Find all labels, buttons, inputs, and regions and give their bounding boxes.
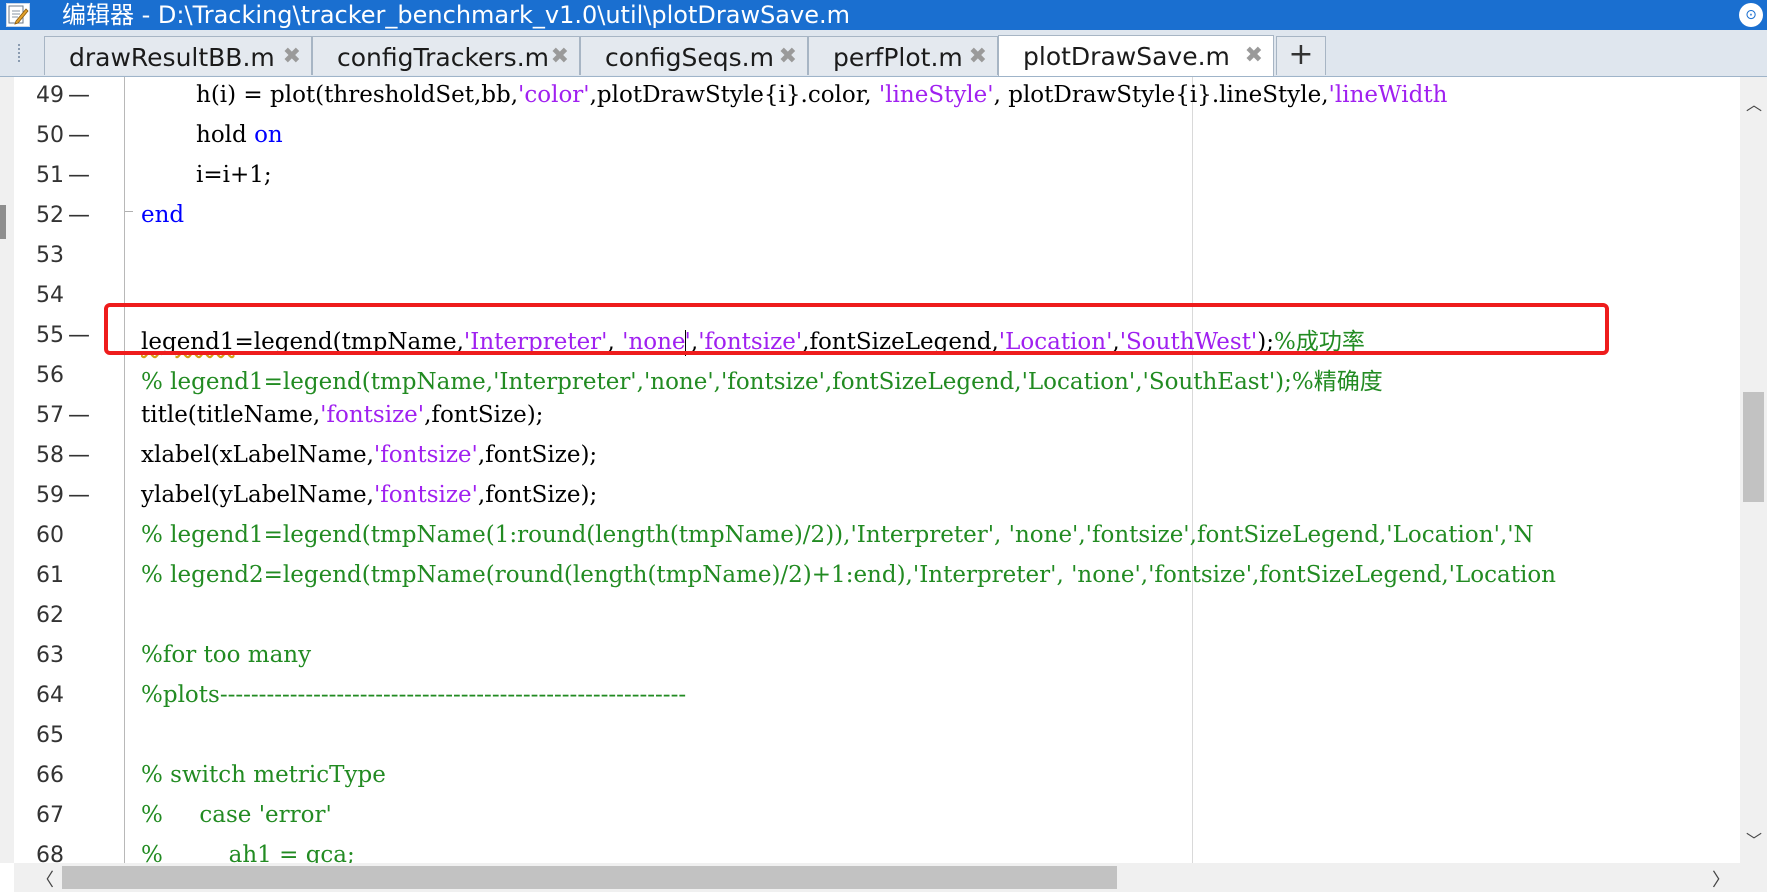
line-number: 55 bbox=[36, 323, 64, 348]
code-text: h(i) = plot(thresholdSet,bb,'color',plot… bbox=[196, 82, 1448, 108]
code-line-63[interactable]: 63 %for too many bbox=[0, 637, 1740, 677]
breakpoint-dash[interactable]: — bbox=[68, 203, 90, 228]
close-icon[interactable]: ✖ bbox=[779, 44, 797, 69]
scrollbar-corner bbox=[1740, 863, 1767, 892]
line-number: 56 bbox=[36, 363, 64, 388]
line-number: 52 bbox=[36, 203, 64, 228]
tab-perfPlot[interactable]: perfPlot.m ✖ bbox=[808, 36, 998, 75]
line-number: 65 bbox=[36, 723, 64, 748]
breakpoint-dash[interactable]: — bbox=[68, 323, 90, 348]
code-line-66[interactable]: 66 % switch metricType bbox=[0, 757, 1740, 797]
drag-grip-icon[interactable] bbox=[18, 44, 23, 62]
breakpoint-dash[interactable]: — bbox=[68, 123, 90, 148]
tab-drawResultBB[interactable]: drawResultBB.m ✖ bbox=[44, 36, 312, 75]
line-number: 63 bbox=[36, 643, 64, 668]
code-text: % legend1=legend(tmpName(1:round(length(… bbox=[141, 522, 1534, 548]
code-line-67[interactable]: 67 % case 'error' bbox=[0, 797, 1740, 837]
code-text: % legend1=legend(tmpName,'Interpreter','… bbox=[141, 369, 1383, 395]
line-number: 62 bbox=[36, 603, 64, 628]
line-number: 67 bbox=[36, 803, 64, 828]
code-line-49[interactable]: 49 — h(i) = plot(thresholdSet,bb,'color'… bbox=[0, 77, 1740, 117]
code-text: %for too many bbox=[141, 642, 312, 668]
code-text: % ah1 = gca; bbox=[141, 842, 355, 863]
code-line-57[interactable]: 57 — title(titleName,'fontsize',fontSize… bbox=[0, 397, 1740, 437]
vertical-scrollbar[interactable]: ︿ ﹀ bbox=[1740, 77, 1767, 863]
breakpoint-dash[interactable]: — bbox=[68, 403, 90, 428]
close-icon[interactable]: ✖ bbox=[283, 44, 301, 69]
add-tab-button[interactable]: + bbox=[1276, 36, 1326, 75]
breakpoint-dash[interactable]: — bbox=[68, 483, 90, 508]
tab-label: configTrackers.m bbox=[337, 43, 550, 72]
code-line-64[interactable]: 64 %plots-------------------------------… bbox=[0, 677, 1740, 717]
fold-end-marker bbox=[125, 211, 133, 212]
editor-app-icon bbox=[6, 3, 30, 27]
code-text: % legend2=legend(tmpName(round(length(tm… bbox=[141, 562, 1556, 588]
line-number: 68 bbox=[36, 843, 64, 863]
line-number: 50 bbox=[36, 123, 64, 148]
breakpoint-dash[interactable]: — bbox=[68, 163, 90, 188]
code-line-59[interactable]: 59 — ylabel(yLabelName,'fontsize',fontSi… bbox=[0, 477, 1740, 517]
code-line-68[interactable]: 68 % ah1 = gca; bbox=[0, 837, 1740, 863]
code-line-65[interactable]: 65 bbox=[0, 717, 1740, 757]
code-text: %plots----------------------------------… bbox=[141, 682, 687, 708]
code-line-60[interactable]: 60 % legend1=legend(tmpName(1:round(leng… bbox=[0, 517, 1740, 557]
breakpoint-dash[interactable]: — bbox=[68, 443, 90, 468]
close-icon[interactable]: ✖ bbox=[969, 44, 987, 69]
code-line-51[interactable]: 51 — i=i+1; bbox=[0, 157, 1740, 197]
tab-configTrackers[interactable]: configTrackers.m ✖ bbox=[312, 36, 580, 75]
code-text: end bbox=[141, 202, 185, 228]
tab-plotDrawSave[interactable]: plotDrawSave.m ✖ bbox=[998, 35, 1274, 76]
line-number: 64 bbox=[36, 683, 64, 708]
code-line-62[interactable]: 62 bbox=[0, 597, 1740, 637]
tab-label: plotDrawSave.m bbox=[1023, 42, 1230, 71]
line-number: 61 bbox=[36, 563, 64, 588]
line-number: 60 bbox=[36, 523, 64, 548]
line-number: 51 bbox=[36, 163, 64, 188]
code-text: hold on bbox=[196, 122, 283, 148]
code-text: % case 'error' bbox=[141, 802, 332, 828]
scroll-up-icon[interactable]: ︿ bbox=[1746, 91, 1762, 115]
line-number: 66 bbox=[36, 763, 64, 788]
title-bar: 编辑器 - D:\Tracking\tracker_benchmark_v1.0… bbox=[0, 0, 1767, 30]
code-line-53[interactable]: 53 bbox=[0, 237, 1740, 277]
code-text: % switch metricType bbox=[141, 762, 386, 788]
code-line-58[interactable]: 58 — xlabel(xLabelName,'fontsize',fontSi… bbox=[0, 437, 1740, 477]
line-number: 58 bbox=[36, 443, 64, 468]
code-line-56[interactable]: 56 % legend1=legend(tmpName,'Interpreter… bbox=[0, 357, 1740, 397]
annotation-highlight-box bbox=[104, 303, 1609, 355]
vertical-scroll-thumb[interactable] bbox=[1743, 392, 1764, 502]
code-text: i=i+1; bbox=[196, 162, 272, 188]
close-icon[interactable]: ✖ bbox=[1245, 43, 1263, 68]
line-number: 54 bbox=[36, 283, 64, 308]
tab-label: perfPlot.m bbox=[833, 43, 963, 72]
line-number: 59 bbox=[36, 483, 64, 508]
editor-actions-menu-icon[interactable]: ⊙ bbox=[1739, 3, 1763, 27]
line-number: 57 bbox=[36, 403, 64, 428]
close-icon[interactable]: ✖ bbox=[551, 44, 569, 69]
line-number: 53 bbox=[36, 243, 64, 268]
horizontal-scrollbar[interactable]: 〈 〉 bbox=[14, 863, 1740, 892]
tab-strip: drawResultBB.m ✖ configTrackers.m ✖ conf… bbox=[0, 30, 1767, 77]
tab-configSeqs[interactable]: configSeqs.m ✖ bbox=[580, 36, 808, 75]
code-line-52[interactable]: 52 — end bbox=[0, 197, 1740, 237]
scroll-down-icon[interactable]: ﹀ bbox=[1746, 827, 1762, 851]
line-number: 49 bbox=[36, 83, 64, 108]
window-title: 编辑器 - D:\Tracking\tracker_benchmark_v1.0… bbox=[62, 1, 850, 29]
scroll-right-icon[interactable]: 〉 bbox=[1712, 866, 1730, 892]
breakpoint-dash[interactable]: — bbox=[68, 83, 90, 108]
code-line-61[interactable]: 61 % legend2=legend(tmpName(round(length… bbox=[0, 557, 1740, 597]
code-text: xlabel(xLabelName,'fontsize',fontSize); bbox=[141, 442, 598, 468]
horizontal-scroll-thumb[interactable] bbox=[62, 866, 1117, 889]
code-line-50[interactable]: 50 — hold on bbox=[0, 117, 1740, 157]
tab-label: drawResultBB.m bbox=[69, 43, 275, 72]
code-text: ylabel(yLabelName,'fontsize',fontSize); bbox=[141, 482, 598, 508]
scroll-left-icon[interactable]: 〈 bbox=[36, 866, 54, 892]
code-text: title(titleName,'fontsize',fontSize); bbox=[141, 402, 544, 428]
tab-label: configSeqs.m bbox=[605, 43, 774, 72]
